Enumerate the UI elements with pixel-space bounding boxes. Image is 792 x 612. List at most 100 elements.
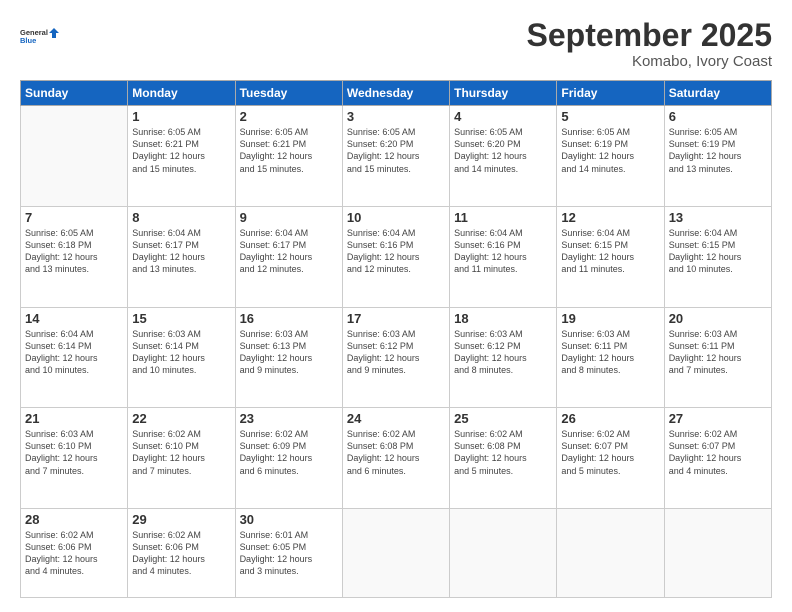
- header-day-monday: Monday: [128, 81, 235, 106]
- header-row: SundayMondayTuesdayWednesdayThursdayFrid…: [21, 81, 772, 106]
- day-cell: 12 Sunrise: 6:04 AM Sunset: 6:15 PM Dayli…: [557, 206, 664, 307]
- day-number: 10: [347, 210, 445, 225]
- day-number: 3: [347, 109, 445, 124]
- header-day-sunday: Sunday: [21, 81, 128, 106]
- day-cell: 26 Sunrise: 6:02 AM Sunset: 6:07 PM Dayli…: [557, 408, 664, 509]
- week-row-3: 14 Sunrise: 6:04 AM Sunset: 6:14 PM Dayli…: [21, 307, 772, 408]
- header: General Blue September 2025 Komabo, Ivor…: [20, 18, 772, 70]
- day-cell: 19 Sunrise: 6:03 AM Sunset: 6:11 PM Dayli…: [557, 307, 664, 408]
- day-cell: 10Sunrise: 6:04 AM Sunset: 6:16 PM Dayli…: [342, 206, 449, 307]
- logo-svg: General Blue: [20, 18, 60, 54]
- day-cell: 16 Sunrise: 6:03 AM Sunset: 6:13 PM Dayli…: [235, 307, 342, 408]
- header-day-tuesday: Tuesday: [235, 81, 342, 106]
- day-cell: 13 Sunrise: 6:04 AM Sunset: 6:15 PM Dayli…: [664, 206, 771, 307]
- day-number: 17: [347, 311, 445, 326]
- day-cell: 5Sunrise: 6:05 AM Sunset: 6:19 PM Daylig…: [557, 106, 664, 207]
- day-info: Sunrise: 6:04 AM Sunset: 6:15 PM Dayligh…: [669, 227, 767, 276]
- day-number: 30: [240, 512, 338, 527]
- day-number: 21: [25, 411, 123, 426]
- month-title: September 2025: [527, 18, 772, 53]
- day-number: 23: [240, 411, 338, 426]
- day-number: 2: [240, 109, 338, 124]
- day-info: Sunrise: 6:05 AM Sunset: 6:21 PM Dayligh…: [240, 126, 338, 175]
- day-cell: 8 Sunrise: 6:04 AM Sunset: 6:17 PM Daylig…: [128, 206, 235, 307]
- day-info: Sunrise: 6:03 AM Sunset: 6:13 PM Dayligh…: [240, 328, 338, 377]
- day-cell: 25Sunrise: 6:02 AM Sunset: 6:08 PM Dayli…: [450, 408, 557, 509]
- logo: General Blue: [20, 18, 60, 54]
- day-info: Sunrise: 6:05 AM Sunset: 6:20 PM Dayligh…: [454, 126, 552, 175]
- day-cell: 2 Sunrise: 6:05 AM Sunset: 6:21 PM Daylig…: [235, 106, 342, 207]
- day-cell: 1 Sunrise: 6:05 AM Sunset: 6:21 PM Daylig…: [128, 106, 235, 207]
- day-number: 16: [240, 311, 338, 326]
- day-number: 7: [25, 210, 123, 225]
- header-day-thursday: Thursday: [450, 81, 557, 106]
- day-cell: 27 Sunrise: 6:02 AM Sunset: 6:07 PM Dayli…: [664, 408, 771, 509]
- location-title: Komabo, Ivory Coast: [527, 53, 772, 70]
- day-info: Sunrise: 6:05 AM Sunset: 6:19 PM Dayligh…: [669, 126, 767, 175]
- day-number: 14: [25, 311, 123, 326]
- day-number: 6: [669, 109, 767, 124]
- day-number: 4: [454, 109, 552, 124]
- day-number: 18: [454, 311, 552, 326]
- day-cell: [21, 106, 128, 207]
- day-info: Sunrise: 6:02 AM Sunset: 6:07 PM Dayligh…: [561, 428, 659, 477]
- day-info: Sunrise: 6:03 AM Sunset: 6:11 PM Dayligh…: [669, 328, 767, 377]
- day-info: Sunrise: 6:02 AM Sunset: 6:09 PM Dayligh…: [240, 428, 338, 477]
- day-info: Sunrise: 6:02 AM Sunset: 6:08 PM Dayligh…: [347, 428, 445, 477]
- day-info: Sunrise: 6:05 AM Sunset: 6:18 PM Dayligh…: [25, 227, 123, 276]
- day-cell: 4 Sunrise: 6:05 AM Sunset: 6:20 PM Daylig…: [450, 106, 557, 207]
- day-info: Sunrise: 6:05 AM Sunset: 6:21 PM Dayligh…: [132, 126, 230, 175]
- week-row-1: 1 Sunrise: 6:05 AM Sunset: 6:21 PM Daylig…: [21, 106, 772, 207]
- day-number: 24: [347, 411, 445, 426]
- day-cell: 6 Sunrise: 6:05 AM Sunset: 6:19 PM Daylig…: [664, 106, 771, 207]
- week-row-2: 7 Sunrise: 6:05 AM Sunset: 6:18 PM Daylig…: [21, 206, 772, 307]
- day-cell: [557, 508, 664, 597]
- day-cell: 14 Sunrise: 6:04 AM Sunset: 6:14 PM Dayli…: [21, 307, 128, 408]
- svg-text:Blue: Blue: [20, 36, 36, 45]
- day-cell: 29Sunrise: 6:02 AM Sunset: 6:06 PM Dayli…: [128, 508, 235, 597]
- day-number: 15: [132, 311, 230, 326]
- day-info: Sunrise: 6:04 AM Sunset: 6:17 PM Dayligh…: [240, 227, 338, 276]
- day-cell: 22Sunrise: 6:02 AM Sunset: 6:10 PM Dayli…: [128, 408, 235, 509]
- day-number: 20: [669, 311, 767, 326]
- day-cell: [664, 508, 771, 597]
- day-number: 27: [669, 411, 767, 426]
- day-info: Sunrise: 6:03 AM Sunset: 6:12 PM Dayligh…: [347, 328, 445, 377]
- day-cell: 20 Sunrise: 6:03 AM Sunset: 6:11 PM Dayli…: [664, 307, 771, 408]
- day-info: Sunrise: 6:03 AM Sunset: 6:10 PM Dayligh…: [25, 428, 123, 477]
- day-cell: 30 Sunrise: 6:01 AM Sunset: 6:05 PM Dayli…: [235, 508, 342, 597]
- header-day-friday: Friday: [557, 81, 664, 106]
- day-cell: [450, 508, 557, 597]
- day-number: 22: [132, 411, 230, 426]
- day-cell: 15 Sunrise: 6:03 AM Sunset: 6:14 PM Dayli…: [128, 307, 235, 408]
- day-info: Sunrise: 6:03 AM Sunset: 6:11 PM Dayligh…: [561, 328, 659, 377]
- day-info: Sunrise: 6:05 AM Sunset: 6:20 PM Dayligh…: [347, 126, 445, 175]
- day-cell: 21 Sunrise: 6:03 AM Sunset: 6:10 PM Dayli…: [21, 408, 128, 509]
- day-number: 9: [240, 210, 338, 225]
- title-block: September 2025 Komabo, Ivory Coast: [527, 18, 772, 70]
- day-info: Sunrise: 6:01 AM Sunset: 6:05 PM Dayligh…: [240, 529, 338, 578]
- day-info: Sunrise: 6:02 AM Sunset: 6:07 PM Dayligh…: [669, 428, 767, 477]
- day-info: Sunrise: 6:04 AM Sunset: 6:17 PM Dayligh…: [132, 227, 230, 276]
- day-info: Sunrise: 6:04 AM Sunset: 6:16 PM Dayligh…: [454, 227, 552, 276]
- day-info: Sunrise: 6:04 AM Sunset: 6:15 PM Dayligh…: [561, 227, 659, 276]
- day-number: 12: [561, 210, 659, 225]
- day-number: 8: [132, 210, 230, 225]
- day-info: Sunrise: 6:05 AM Sunset: 6:19 PM Dayligh…: [561, 126, 659, 175]
- calendar-page: General Blue September 2025 Komabo, Ivor…: [0, 0, 792, 612]
- day-number: 19: [561, 311, 659, 326]
- day-number: 1: [132, 109, 230, 124]
- day-info: Sunrise: 6:02 AM Sunset: 6:06 PM Dayligh…: [25, 529, 123, 578]
- day-number: 13: [669, 210, 767, 225]
- day-info: Sunrise: 6:03 AM Sunset: 6:14 PM Dayligh…: [132, 328, 230, 377]
- day-number: 28: [25, 512, 123, 527]
- week-row-5: 28 Sunrise: 6:02 AM Sunset: 6:06 PM Dayli…: [21, 508, 772, 597]
- header-day-saturday: Saturday: [664, 81, 771, 106]
- day-number: 26: [561, 411, 659, 426]
- day-info: Sunrise: 6:04 AM Sunset: 6:14 PM Dayligh…: [25, 328, 123, 377]
- day-cell: 3 Sunrise: 6:05 AM Sunset: 6:20 PM Daylig…: [342, 106, 449, 207]
- day-cell: 9 Sunrise: 6:04 AM Sunset: 6:17 PM Daylig…: [235, 206, 342, 307]
- day-number: 29: [132, 512, 230, 527]
- day-cell: 7 Sunrise: 6:05 AM Sunset: 6:18 PM Daylig…: [21, 206, 128, 307]
- day-cell: 23 Sunrise: 6:02 AM Sunset: 6:09 PM Dayli…: [235, 408, 342, 509]
